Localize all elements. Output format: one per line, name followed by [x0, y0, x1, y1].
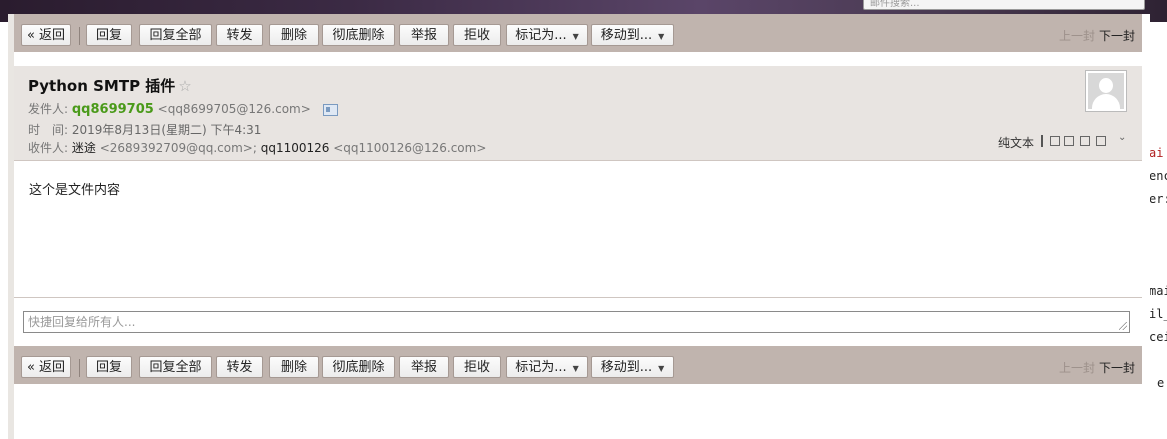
sender-avatar	[1085, 70, 1127, 112]
divider	[14, 297, 1142, 298]
forward-button[interactable]: 转发	[216, 24, 263, 46]
move-to-dropdown[interactable]: 移动到... ▼	[591, 356, 674, 378]
mail-read-panel: « 返回 回复 回复全部 转发 删除 彻底删除 举报 拒收 标记为... ▼ 移动…	[8, 14, 1150, 439]
forward-button[interactable]: 转发	[216, 356, 263, 378]
code-fragment: mai	[1149, 284, 1167, 298]
time-row: 时 间: 2019年8月13日(星期二) 下午4:31	[28, 121, 261, 138]
reply-all-button[interactable]: 回复全部	[139, 24, 212, 46]
from-label: 发件人:	[28, 102, 69, 116]
star-icon[interactable]: ☆	[178, 77, 191, 95]
delete-permanently-button[interactable]: 彻底删除	[322, 356, 395, 378]
download-icon[interactable]	[1080, 136, 1090, 146]
quick-reply-placeholder: 快捷回复给所有人...	[28, 315, 136, 329]
code-fragment: enc	[1149, 169, 1167, 183]
next-mail-link[interactable]: 下一封	[1099, 27, 1135, 44]
report-button[interactable]: 举报	[399, 24, 449, 46]
move-to-label: 移动到...	[600, 28, 653, 43]
sender-row: 发件人: qq8699705 <qq8699705@126.com>	[28, 100, 338, 117]
code-fragment: e	[1157, 376, 1165, 390]
sender-address: <qq8699705@126.com>	[157, 102, 311, 116]
reject-button[interactable]: 拒收	[453, 356, 501, 378]
mark-as-dropdown[interactable]: 标记为... ▼	[506, 24, 588, 46]
mail-header: Python SMTP 插件 ☆ 发件人: qq8699705 <qq869970…	[14, 66, 1142, 161]
sender-name[interactable]: qq8699705	[72, 102, 154, 117]
next-mail-link[interactable]: 下一封	[1099, 359, 1135, 376]
toolbar-separator	[79, 359, 80, 377]
mark-as-dropdown[interactable]: 标记为... ▼	[506, 356, 588, 378]
mark-as-label: 标记为...	[515, 28, 567, 43]
caret-down-icon: ▼	[572, 32, 579, 41]
quick-reply-input[interactable]: 快捷回复给所有人...	[23, 311, 1130, 333]
caret-down-icon: ▼	[658, 364, 665, 373]
recipient-address: <2689392709@qq.com>;	[99, 141, 257, 155]
contact-card-icon[interactable]	[322, 103, 338, 116]
caret-down-icon: ▼	[658, 32, 665, 41]
delete-button[interactable]: 删除	[269, 356, 319, 378]
code-fragment: il_	[1149, 307, 1167, 321]
header-separator	[1041, 135, 1043, 147]
mail-subject: Python SMTP 插件 ☆	[28, 75, 192, 96]
reply-button[interactable]: 回复	[86, 24, 132, 46]
search-box[interactable]: 邮件搜索...	[863, 0, 1145, 10]
delete-button[interactable]: 删除	[269, 24, 319, 46]
subject-text: Python SMTP 插件	[28, 77, 176, 95]
recipient-name[interactable]: 迷途	[72, 141, 96, 155]
mail-body: 这个是文件内容	[29, 183, 121, 198]
reply-all-button[interactable]: 回复全部	[139, 356, 212, 378]
reject-button[interactable]: 拒收	[453, 24, 501, 46]
print-icon[interactable]	[1096, 136, 1106, 146]
search-placeholder: 邮件搜索...	[870, 0, 920, 9]
new-window-icon[interactable]	[1050, 136, 1060, 146]
toolbar-separator	[79, 27, 80, 45]
time-label: 时 间:	[28, 123, 69, 137]
report-button[interactable]: 举报	[399, 356, 449, 378]
code-fragment: ai	[1149, 146, 1164, 160]
recipient-row: 收件人: 迷途 <2689392709@qq.com>; qq1100126 <…	[28, 139, 486, 156]
recipient-name[interactable]: qq1100126	[261, 141, 330, 155]
reply-button[interactable]: 回复	[86, 356, 132, 378]
delete-permanently-button[interactable]: 彻底删除	[322, 24, 395, 46]
plain-text-link[interactable]: 纯文本	[998, 134, 1034, 151]
move-to-label: 移动到...	[600, 360, 653, 375]
mail-toolbar-top: « 返回 回复 回复全部 转发 删除 彻底删除 举报 拒收 标记为... ▼ 移动…	[14, 14, 1142, 52]
chevron-down-icon[interactable]: ⌄	[1118, 132, 1126, 143]
mark-as-label: 标记为...	[515, 360, 567, 375]
code-fragment: er:	[1149, 192, 1167, 206]
prev-mail-link[interactable]: 上一封	[1059, 27, 1095, 44]
move-to-dropdown[interactable]: 移动到... ▼	[591, 24, 674, 46]
mail-toolbar-bottom: « 返回 回复 回复全部 转发 删除 彻底删除 举报 拒收 标记为... ▼ 移动…	[14, 346, 1142, 384]
recipient-address: <qq1100126@126.com>	[333, 141, 487, 155]
to-label: 收件人:	[28, 141, 69, 155]
back-button[interactable]: « 返回	[21, 356, 71, 378]
back-button[interactable]: « 返回	[21, 24, 71, 46]
resize-grip-icon[interactable]	[1119, 322, 1127, 330]
caret-down-icon: ▼	[572, 364, 579, 373]
time-value: 2019年8月13日(星期二) 下午4:31	[71, 123, 262, 137]
code-fragment: cei	[1149, 330, 1167, 344]
prev-mail-link[interactable]: 上一封	[1059, 359, 1095, 376]
preview-icon[interactable]	[1064, 136, 1074, 146]
